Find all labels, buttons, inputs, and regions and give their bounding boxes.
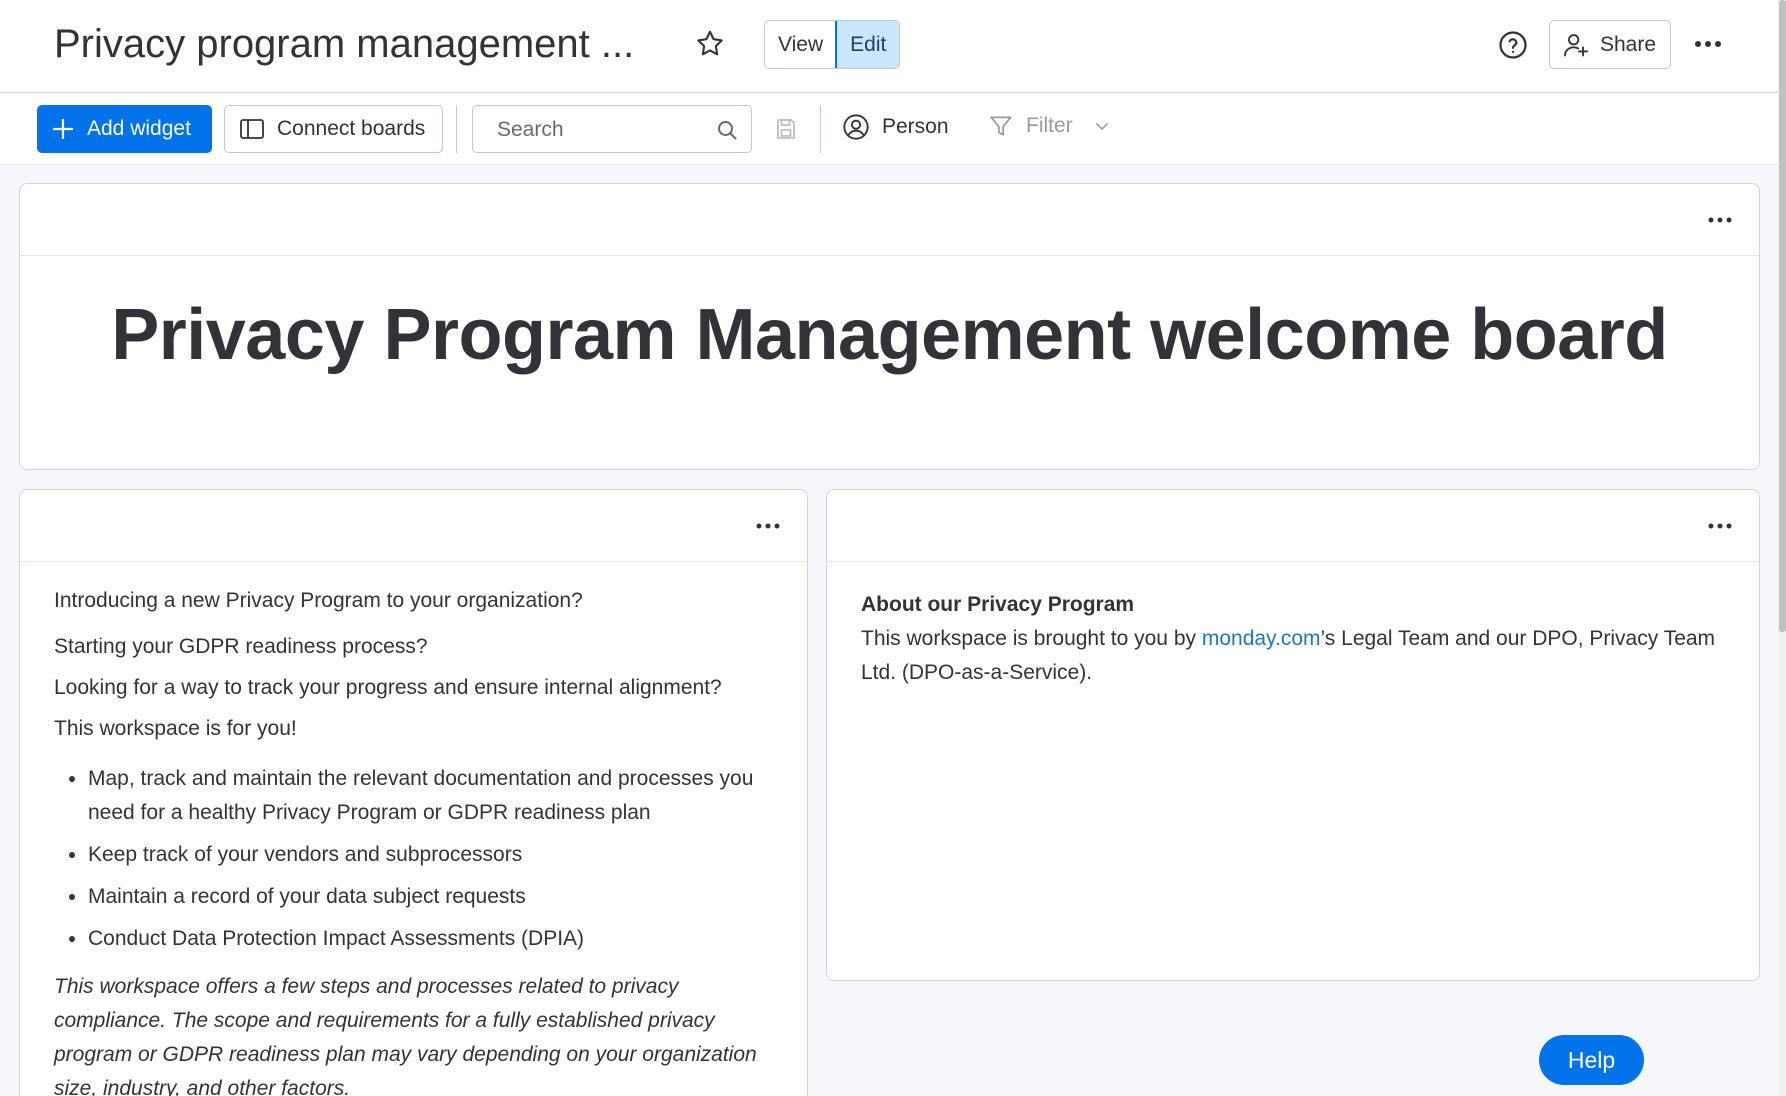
intro-line: This workspace is for you! [54,717,297,740]
filter-icon [990,116,1012,136]
intro-line: Introducing a new Privacy Program to you… [54,589,583,612]
about-text: This workspace is brought to you by mond… [861,622,1725,690]
list-item: Conduct Data Protection Impact Assessmen… [88,922,773,956]
help-button[interactable]: Help [1539,1035,1644,1085]
about-text-before: This workspace is brought to you by [861,627,1202,650]
share-label: Share [1600,32,1657,56]
title-widget: Privacy Program Management welcome board [19,183,1760,470]
toolbar-divider [456,105,457,153]
board-icon [240,119,264,139]
feature-list: Map, track and maintain the relevant doc… [88,762,773,956]
widget-more-icon[interactable] [1705,208,1735,232]
chevron-down-icon[interactable] [1093,117,1111,135]
person-filter-label: Person [882,115,949,138]
about-heading: About our Privacy Program [861,593,1135,616]
widget-more-icon[interactable] [1705,514,1735,538]
disclaimer-text: This workspace offers a few steps and pr… [54,975,757,1096]
widget-header [20,184,1759,256]
add-widget-button[interactable]: Add widget [37,105,212,153]
view-button[interactable]: View [765,21,836,68]
dashboard-toolbar: Add widget Connect boards Person Fil [0,93,1778,165]
search-field[interactable] [472,105,752,153]
widget-header [827,490,1759,562]
welcome-title: Privacy Program Management welcome board [111,295,1668,375]
add-person-icon [1563,33,1589,56]
save-icon[interactable] [774,117,798,141]
person-filter-button[interactable]: Person [842,113,949,141]
list-item: Maintain a record of your data subject r… [88,880,773,914]
widget-header [20,490,807,562]
filter-button[interactable]: Filter [988,113,1111,139]
star-icon[interactable] [694,28,726,60]
edit-button[interactable]: Edit [835,21,900,68]
monday-link[interactable]: monday.com [1202,627,1321,650]
about-content: About our Privacy Program This workspace… [827,562,1759,712]
board-title[interactable]: Privacy program management ... [54,22,634,67]
intro-content: Introducing a new Privacy Program to you… [20,562,807,1096]
about-text-widget: About our Privacy Program This workspace… [826,489,1760,981]
toolbar-divider [820,105,821,153]
more-options-icon[interactable] [1690,28,1726,60]
intro-text-widget: Introducing a new Privacy Program to you… [19,489,808,1096]
widget-more-icon[interactable] [753,514,783,538]
share-button[interactable]: Share [1549,20,1671,69]
intro-line: Starting your GDPR readiness process? [54,635,428,658]
list-item: Keep track of your vendors and subproces… [88,838,773,872]
connect-boards-button[interactable]: Connect boards [224,105,443,153]
view-edit-toggle: View Edit [764,20,901,69]
add-widget-label: Add widget [87,117,191,140]
list-item: Map, track and maintain the relevant doc… [88,762,773,830]
connect-boards-label: Connect boards [277,117,426,140]
filter-label: Filter [1026,114,1073,137]
person-circle-icon [843,114,869,140]
board-header: Privacy program management ... View Edit… [0,0,1778,93]
scrollbar-thumb[interactable] [1779,0,1786,632]
plus-icon [52,118,74,140]
search-icon [718,121,737,140]
help-icon[interactable] [1498,30,1528,60]
intro-line: Looking for a way to track your progress… [54,676,722,699]
search-input[interactable] [497,118,697,142]
